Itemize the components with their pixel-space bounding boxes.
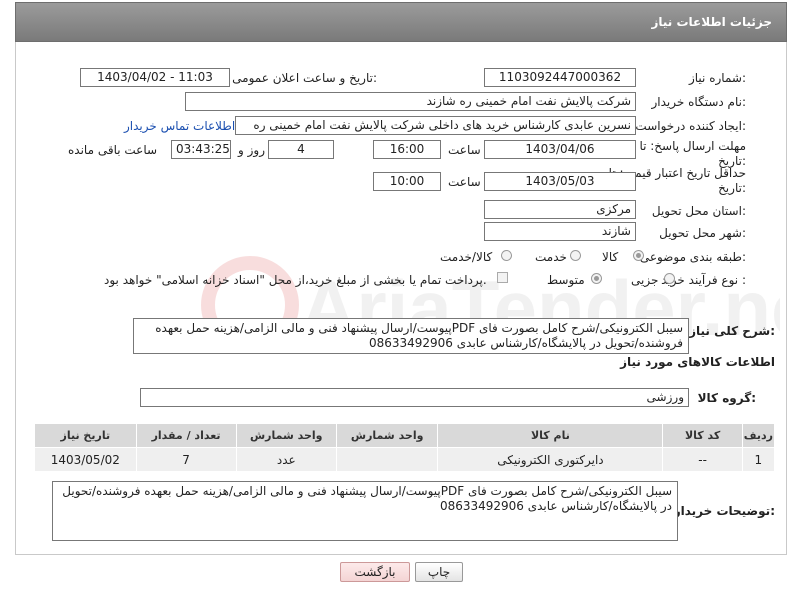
announce-datetime-field: 1403/04/02 - 11:03 — [80, 68, 230, 87]
buyer-notes-label: توضیحات خریدار: — [673, 504, 775, 518]
goods-section-title: اطلاعات کالاهای مورد نیاز — [620, 355, 775, 369]
price-time-field: 10:00 — [373, 172, 441, 191]
need-number-label: شماره نیاز: — [688, 71, 746, 85]
announce-label: تاریخ و ساعت اعلان عمومی: — [232, 71, 377, 85]
price-date-field: 1403/05/03 — [484, 172, 636, 191]
category-service-label: خدمت — [535, 250, 567, 264]
page-title: جزئیات اطلاعات نیاز — [651, 15, 772, 29]
price-time-label: ساعت — [448, 175, 481, 189]
col-item-name: نام کالا — [437, 423, 664, 448]
category-label: طبقه بندی موضوعی: — [639, 250, 746, 264]
col-quantity: تعداد / مقدار — [135, 423, 237, 448]
send-date-field: 1403/04/06 — [484, 140, 636, 159]
cell-unit-spacer — [335, 447, 439, 472]
send-time-field: 16:00 — [373, 140, 441, 159]
category-goods-label: کالا — [602, 250, 619, 264]
cell-quantity: 7 — [135, 447, 237, 472]
payment-note: پرداخت تمام یا بخشی از مبلغ خرید،از محل … — [104, 273, 487, 287]
back-button[interactable]: بازگشت — [340, 562, 410, 582]
need-number-field: 1103092447000362 — [484, 68, 636, 87]
cell-need-date: 1403/05/02 — [34, 447, 137, 472]
cell-unit: عدد — [235, 447, 337, 472]
col-item-code: کد کالا — [662, 423, 743, 448]
contact-buyer-link[interactable]: اطلاعات تماس خریدار — [124, 119, 235, 133]
category-service-radio[interactable] — [570, 250, 581, 261]
buyer-org-field: شرکت پالایش نفت امام خمینی ره شازند — [185, 92, 636, 111]
category-goods-service-label: کالا/خدمت — [440, 250, 493, 264]
province-field: مرکزی — [484, 200, 636, 219]
province-label: استان محل تحویل: — [651, 204, 746, 218]
days-label: روز و — [238, 143, 265, 157]
col-unit-measure: واحد شمارش — [335, 423, 439, 448]
cell-item-name: دایرکتوری الکترونیکی — [437, 447, 664, 472]
city-label: شهر محل تحویل: — [659, 226, 746, 240]
buyer-org-label: نام دستگاه خریدار: — [651, 95, 747, 109]
days-field: 4 — [268, 140, 334, 159]
table-header-row: تاریخ نیاز تعداد / مقدار واحد شمارش واحد… — [34, 423, 776, 448]
city-field: شازند — [484, 222, 636, 241]
summary-label: شرح کلی نیاز: — [689, 324, 775, 338]
panel-header: جزئیات اطلاعات نیاز — [15, 2, 787, 42]
send-deadline-label: مهلت ارسال پاسخ: تا — [639, 139, 746, 153]
print-button[interactable]: چاپ — [415, 562, 463, 582]
cell-row-number: 1 — [741, 447, 776, 472]
creator-field: نسرین عابدی کارشناس خرید های داخلی شرکت … — [235, 116, 636, 135]
treasury-payment-checkbox[interactable] — [497, 272, 508, 283]
col-need-date: تاریخ نیاز — [34, 423, 137, 448]
category-goods-service-radio[interactable] — [501, 250, 512, 261]
goods-group-label: گروه کالا: — [697, 391, 756, 405]
process-medium-label: متوسط — [547, 273, 585, 287]
remaining-time-field: 03:43:25 — [171, 140, 231, 159]
send-time-label: ساعت — [448, 143, 481, 157]
creator-label: ایجاد کننده درخواست: — [635, 119, 746, 133]
price-deadline-label-2: تاریخ: — [718, 181, 746, 195]
goods-group-field: ورزشی — [140, 388, 689, 407]
process-medium-radio[interactable] — [591, 273, 602, 284]
summary-textarea: سیبل الکترونیکی/شرح کامل بصورت فای PDFپی… — [133, 318, 689, 354]
buyer-notes-textarea: سیبل الکترونیکی/شرح کامل بصورت فای PDFپی… — [52, 481, 678, 541]
goods-table: تاریخ نیاز تعداد / مقدار واحد شمارش واحد… — [34, 423, 776, 472]
col-row: ردیف — [741, 423, 776, 448]
cell-item-code: -- — [662, 447, 743, 472]
process-minor-label: جزیی — [631, 273, 659, 287]
category-goods-radio[interactable] — [633, 250, 644, 261]
process-minor-radio[interactable] — [664, 273, 675, 284]
col-unit: واحد شمارش — [235, 423, 337, 448]
table-row: 1403/05/02 7 عدد دایرکتوری الکترونیکی --… — [34, 447, 776, 472]
remaining-label: ساعت باقی مانده — [68, 143, 158, 157]
